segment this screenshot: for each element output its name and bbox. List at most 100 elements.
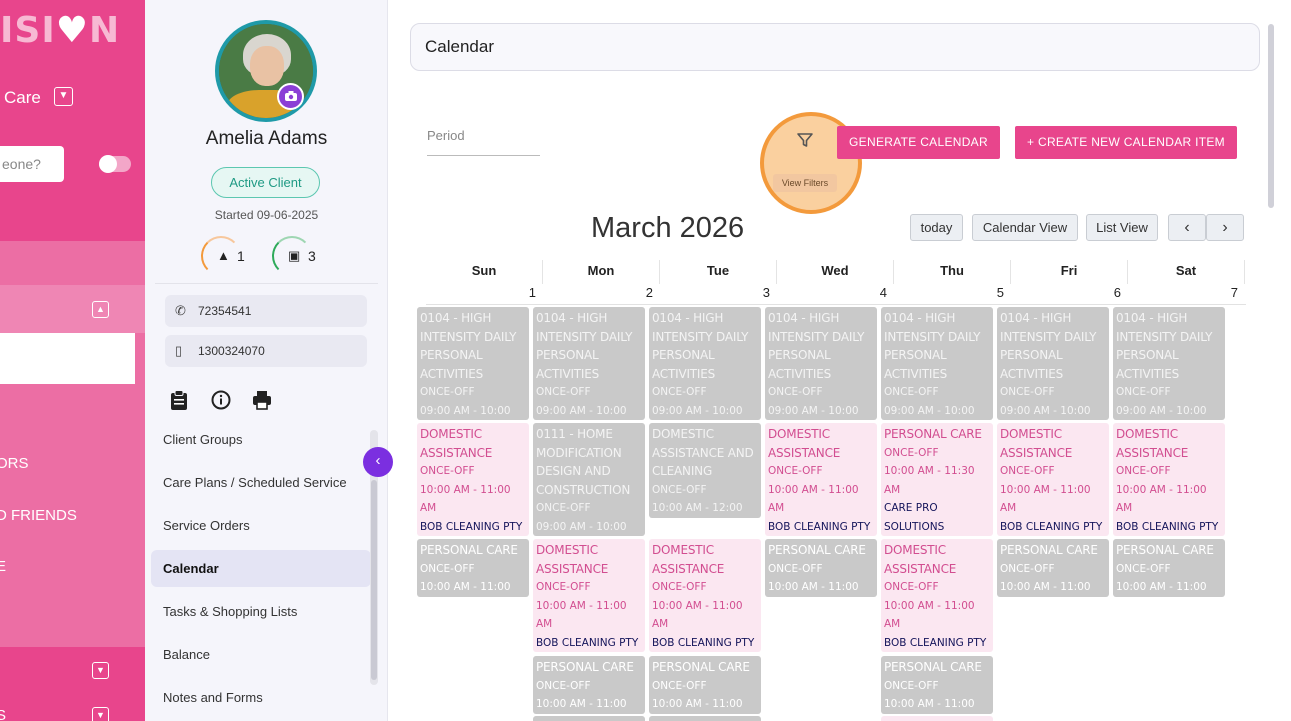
chevron-up-icon[interactable]: ▲: [92, 301, 109, 318]
calendar-event[interactable]: DOMESTIC ASSISTANCE ONCE-OFF 10:00 AM - 11…: [997, 423, 1109, 536]
calendar-event[interactable]: 0104 - HIGH INTENSITY DAILY PERSONAL ACT…: [417, 307, 529, 420]
nav-item-s[interactable]: S: [0, 707, 6, 721]
camera-icon[interactable]: [277, 83, 304, 110]
event-title: DOMESTIC ASSISTANCE: [652, 543, 725, 576]
menu-service-orders[interactable]: Service Orders: [151, 507, 371, 544]
calendar-event[interactable]: PERSONAL CARE ONCE-OFF 10:00 AM - 11:00 AM: [765, 539, 877, 597]
calendar-event[interactable]: [533, 716, 645, 721]
period-input[interactable]: Period: [427, 128, 540, 156]
list-view-button[interactable]: List View: [1086, 214, 1158, 241]
day-number[interactable]: 4: [777, 284, 894, 304]
event-title: DOMESTIC ASSISTANCE: [768, 427, 841, 460]
menu-care-plans[interactable]: Care Plans / Scheduled Service: [151, 464, 371, 501]
collapse-panel-button[interactable]: ‹: [363, 447, 393, 477]
calendar-event[interactable]: PERSONAL CARE ONCE-OFF 10:00 AM - 11:00 AM: [881, 656, 993, 714]
calendar-event[interactable]: 0104 - HIGH INTENSITY DAILY PERSONAL ACT…: [649, 307, 761, 420]
filter-icon[interactable]: [794, 131, 816, 153]
generate-calendar-button[interactable]: GENERATE CALENDAR: [837, 126, 1000, 159]
nav-item-friends[interactable]: D FRIENDS: [0, 507, 77, 524]
prev-month-button[interactable]: ‹: [1168, 214, 1206, 241]
weekday-header: Sat: [1128, 260, 1245, 284]
day-number[interactable]: 7: [1128, 284, 1245, 304]
event-time: 09:00 AM - 10:00 AM: [536, 404, 627, 417]
next-month-button[interactable]: ›: [1206, 214, 1244, 241]
day-number[interactable]: 3: [660, 284, 777, 304]
calendar-event[interactable]: 0104 - HIGH INTENSITY DAILY PERSONAL ACT…: [765, 307, 877, 420]
menu-tasks[interactable]: Tasks & Shopping Lists: [151, 593, 371, 630]
calendar-event[interactable]: 0104 - HIGH INTENSITY DAILY PERSONAL ACT…: [997, 307, 1109, 420]
clipboard-icon[interactable]: [168, 390, 190, 412]
event-time: 10:00 AM - 11:00 AM: [768, 483, 859, 515]
calendar-event[interactable]: [881, 716, 993, 721]
event-title: 0104 - HIGH INTENSITY DAILY PERSONAL ACT…: [1116, 311, 1213, 381]
day-number[interactable]: 6: [1011, 284, 1128, 304]
calendar-event[interactable]: DOMESTIC ASSISTANCE AND CLEANING ONCE-OFF…: [649, 423, 761, 518]
chevron-down-icon[interactable]: ▼: [92, 662, 109, 679]
weekday-header: Mon: [543, 260, 660, 284]
search-input[interactable]: eone?: [0, 146, 64, 182]
mobile-field[interactable]: ▯ 1300324070: [165, 335, 367, 367]
event-time: 09:00 AM - 10:00 AM: [420, 404, 511, 417]
event-frequency: ONCE-OFF: [536, 502, 591, 515]
phone-value: 72354541: [198, 304, 252, 318]
event-title: 0111 - HOME MODIFICATION DESIGN AND CONS…: [536, 427, 631, 497]
today-button[interactable]: today: [910, 214, 963, 241]
nav-section-header[interactable]: ▲: [0, 285, 145, 333]
calendar-event[interactable]: 0104 - HIGH INTENSITY DAILY PERSONAL ACT…: [533, 307, 645, 420]
day-number[interactable]: 1: [426, 284, 543, 304]
calendar-view-button[interactable]: Calendar View: [972, 214, 1078, 241]
logo-text: ISI: [0, 10, 56, 51]
calendar-event[interactable]: PERSONAL CARE ONCE-OFF 10:00 AM - 11:00 AM: [1113, 539, 1225, 597]
calendar-event[interactable]: DOMESTIC ASSISTANCE ONCE-OFF 10:00 AM - 11…: [765, 423, 877, 536]
event-frequency: ONCE-OFF: [536, 679, 591, 692]
event-time: 10:00 AM - 11:00 AM: [652, 599, 743, 631]
event-title: PERSONAL CARE: [1116, 543, 1214, 557]
calendar-event[interactable]: PERSONAL CARE ONCE-OFF 10:00 AM - 11:00 AM: [649, 656, 761, 714]
brand-logo[interactable]: ISI♥N: [0, 10, 120, 51]
calendar-event[interactable]: PERSONAL CARE ONCE-OFF 10:00 AM - 11:00 AM: [997, 539, 1109, 597]
event-title: DOMESTIC ASSISTANCE: [1116, 427, 1189, 460]
create-calendar-item-button[interactable]: + CREATE NEW CALENDAR ITEM: [1015, 126, 1237, 159]
page-scrollbar[interactable]: [1268, 24, 1274, 208]
event-title: DOMESTIC ASSISTANCE: [1000, 427, 1073, 460]
care-label: Care: [4, 88, 41, 107]
toggle-switch[interactable]: [99, 155, 131, 173]
view-filters-label[interactable]: View Filters: [773, 174, 837, 192]
menu-balance[interactable]: Balance: [151, 636, 371, 673]
menu-notes-forms[interactable]: Notes and Forms: [151, 679, 371, 716]
calendar-event[interactable]: [649, 716, 761, 721]
calendar-event[interactable]: DOMESTIC ASSISTANCE ONCE-OFF 10:00 AM - 11…: [1113, 423, 1225, 536]
event-time: 10:00 AM - 11:00 AM: [536, 698, 627, 711]
calendar-event[interactable]: PERSONAL CARE ONCE-OFF 10:00 AM - 11:30 AM…: [881, 423, 993, 536]
event-title: DOMESTIC ASSISTANCE: [884, 543, 957, 576]
calendar-event[interactable]: DOMESTIC ASSISTANCE ONCE-OFF 10:00 AM - 11…: [881, 539, 993, 652]
event-time: 10:00 AM - 11:00 AM: [420, 483, 511, 515]
menu-calendar[interactable]: Calendar: [151, 550, 371, 587]
day-number[interactable]: 5: [894, 284, 1011, 304]
day-number[interactable]: 2: [543, 284, 660, 304]
calendar-event[interactable]: PERSONAL CARE ONCE-OFF 10:00 AM - 11:00 AM: [417, 539, 529, 597]
calendar-event[interactable]: PERSONAL CARE ONCE-OFF 10:00 AM - 11:00 AM: [533, 656, 645, 714]
nav-item-e[interactable]: E: [0, 558, 6, 575]
event-title: PERSONAL CARE: [768, 543, 866, 557]
calendar-event[interactable]: 0104 - HIGH INTENSITY DAILY PERSONAL ACT…: [1113, 307, 1225, 420]
chevron-down-icon[interactable]: ▼: [54, 87, 73, 106]
chevron-down-icon[interactable]: ▼: [92, 707, 109, 721]
menu-scroll-thumb[interactable]: [371, 480, 377, 680]
calendar-event[interactable]: DOMESTIC ASSISTANCE ONCE-OFF 10:00 AM - 11…: [417, 423, 529, 536]
info-icon[interactable]: [210, 390, 232, 412]
chevron-left-icon: ‹: [1184, 219, 1190, 236]
calendar-event[interactable]: DOMESTIC ASSISTANCE ONCE-OFF 10:00 AM - 11…: [649, 539, 761, 652]
calendar-event[interactable]: 0104 - HIGH INTENSITY DAILY PERSONAL ACT…: [881, 307, 993, 420]
avatar-face: [250, 46, 284, 86]
calendar-event[interactable]: DOMESTIC ASSISTANCE ONCE-OFF 10:00 AM - 11…: [533, 539, 645, 652]
event-frequency: ONCE-OFF: [1116, 562, 1171, 575]
calendar-event[interactable]: 0111 - HOME MODIFICATION DESIGN AND CONS…: [533, 423, 645, 536]
menu-client-groups[interactable]: Client Groups: [151, 421, 371, 458]
nav-item-ors[interactable]: ORS: [0, 455, 29, 472]
divider: [155, 283, 378, 284]
phone-field[interactable]: ✆ 72354541: [165, 295, 367, 327]
event-contractor: BOB CLEANING PTY LTD CONTRACTOR: [536, 636, 639, 649]
print-icon[interactable]: [251, 390, 273, 412]
event-frequency: ONCE-OFF: [1000, 386, 1055, 399]
